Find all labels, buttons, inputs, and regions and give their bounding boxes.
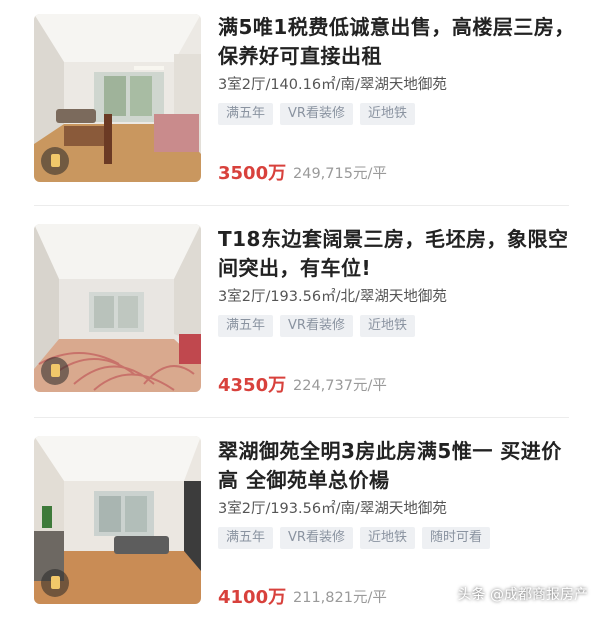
unit-price: 211,821元/平 <box>293 590 387 606</box>
unit-price: 249,715元/平 <box>293 166 387 182</box>
divider <box>34 205 569 206</box>
watermark: 头条 @成都商报房产 <box>457 587 588 603</box>
listing-meta: 3室2厅/193.56㎡/南/翠湖天地御苑 <box>218 501 447 517</box>
listing-card[interactable]: 满5唯1税费低诚意出售，高楼层三房，保养好可直接出租 3室2厅/140.16㎡/… <box>0 0 600 200</box>
tag: 满五年 <box>218 103 274 125</box>
vr-badge-icon[interactable] <box>41 357 69 385</box>
tag-list: 满五年 VR看装修 近地铁 <box>218 315 415 337</box>
listing-meta: 3室2厅/140.16㎡/南/翠湖天地御苑 <box>218 77 447 93</box>
tag: VR看装修 <box>280 315 353 337</box>
vr-badge-icon[interactable] <box>41 147 69 175</box>
listing-photo[interactable] <box>34 14 201 182</box>
listing-photo[interactable] <box>34 224 201 392</box>
listing-title[interactable]: 翠湖御苑全明3房此房满5惟一 买进价高 全御苑单总价楊 <box>218 437 578 495</box>
tag: 近地铁 <box>359 527 415 549</box>
listing-meta: 3室2厅/193.56㎡/北/翠湖天地御苑 <box>218 289 447 305</box>
listing-card[interactable]: T18东边套阔景三房，毛坯房，象限空间突出，有车位! 3室2厅/193.56㎡/… <box>0 212 600 412</box>
listing-title[interactable]: 满5唯1税费低诚意出售，高楼层三房，保养好可直接出租 <box>218 13 578 71</box>
total-price: 4100万 <box>218 587 287 608</box>
tag-list: 满五年 VR看装修 近地铁 随时可看 <box>218 527 490 549</box>
tag-list: 满五年 VR看装修 近地铁 <box>218 103 415 125</box>
tag: 随时可看 <box>421 527 490 549</box>
divider <box>34 417 569 418</box>
tag: 近地铁 <box>359 315 415 337</box>
total-price: 4350万 <box>218 375 287 396</box>
listing-title[interactable]: T18东边套阔景三房，毛坯房，象限空间突出，有车位! <box>218 225 578 283</box>
listing-photo[interactable] <box>34 436 201 604</box>
tag: VR看装修 <box>280 103 353 125</box>
tag: 满五年 <box>218 315 274 337</box>
unit-price: 224,737元/平 <box>293 378 387 394</box>
total-price: 3500万 <box>218 163 287 184</box>
tag: 满五年 <box>218 527 274 549</box>
vr-badge-icon[interactable] <box>41 569 69 597</box>
tag: VR看装修 <box>280 527 353 549</box>
tag: 近地铁 <box>359 103 415 125</box>
